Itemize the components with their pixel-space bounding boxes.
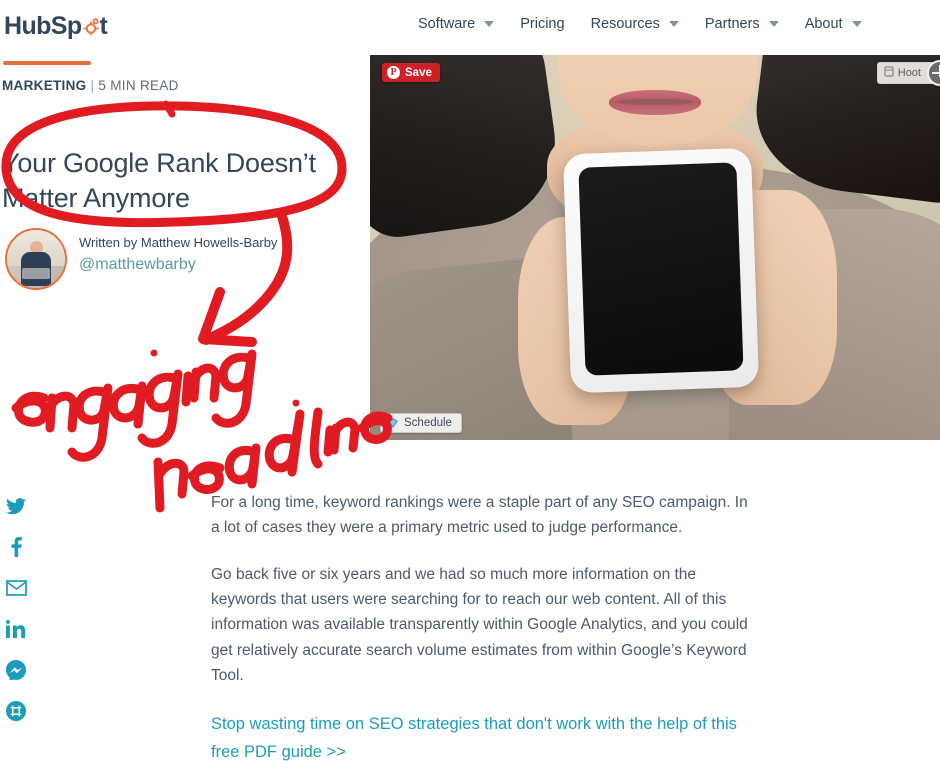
nav-label: Resources — [590, 16, 660, 32]
article-category[interactable]: MARKETING — [2, 78, 86, 93]
hero-image: P Save Schedule Hoot — [370, 55, 940, 440]
nav-item-software[interactable]: Software — [418, 16, 495, 32]
chevron-down-icon — [668, 21, 679, 27]
paragraph: Go back five or six years and we had so … — [211, 566, 748, 684]
cta-link[interactable]: Stop wasting time on SEO strategies that… — [211, 710, 751, 767]
chevron-down-icon — [768, 21, 779, 27]
author-name: Written by Matthew Howells-Barby — [79, 235, 278, 250]
pinterest-icon: P — [387, 66, 400, 79]
social-share-rail — [0, 495, 32, 722]
author-handle[interactable]: @matthewbarby — [79, 253, 277, 277]
article-body: For a long time, keyword rankings were a… — [211, 490, 751, 767]
linkedin-icon[interactable] — [5, 618, 27, 640]
hootsuite-owl-icon — [387, 417, 399, 429]
main-navigation: Software Pricing Resources Partners Abou… — [418, 16, 862, 32]
meta-separator: | — [90, 78, 95, 93]
site-header: HubSp t Software Pricing Resources Partne… — [0, 0, 940, 52]
slack-icon[interactable] — [5, 700, 27, 722]
nav-label: Partners — [704, 16, 760, 32]
avatar-laptop — [22, 268, 50, 280]
logo-text-first: HubSp — [4, 12, 82, 40]
read-time: 5 MIN READ — [98, 78, 179, 93]
pinterest-save-button[interactable]: P Save — [382, 63, 440, 82]
logo-text-last: t — [99, 12, 108, 40]
hootsuite-expand-icon[interactable] — [927, 60, 940, 86]
page-title: Your Google Rank Doesn’t Matter Anymore — [2, 148, 316, 213]
hootsuite-icon — [884, 66, 894, 80]
twitter-icon[interactable] — [5, 495, 27, 517]
chevron-down-icon — [851, 21, 862, 27]
nav-label: About — [804, 16, 843, 32]
hero-smartphone — [562, 148, 759, 394]
hero-phone-screen — [578, 162, 744, 376]
nav-item-partners[interactable]: Partners — [705, 16, 779, 32]
nav-item-about[interactable]: About — [805, 16, 862, 32]
hubspot-logo[interactable]: HubSp t — [4, 12, 108, 40]
schedule-button[interactable]: Schedule — [380, 413, 462, 433]
page-root: HubSp t Software Pricing Resources Partne… — [0, 0, 940, 768]
orange-divider — [3, 61, 91, 65]
hootsuite-badge[interactable]: Hoot — [876, 60, 940, 86]
hootsuite-label: Hoot — [897, 67, 921, 79]
facebook-icon[interactable] — [5, 536, 27, 558]
pinterest-save-label: Save — [405, 66, 432, 79]
article-meta: MARKETING | 5 MIN READ — [2, 78, 179, 93]
byline-text: Written by Matthew Howells-Barby @matthe… — [79, 228, 277, 277]
annotation-circle-nick — [162, 100, 176, 118]
email-icon[interactable] — [5, 577, 27, 599]
nav-item-resources[interactable]: Resources — [591, 16, 679, 32]
paragraph: For a long time, keyword rankings were a… — [211, 494, 748, 537]
sprocket-icon — [82, 16, 100, 36]
hero-lip-line — [617, 98, 693, 105]
chevron-down-icon — [484, 21, 495, 27]
schedule-label: Schedule — [404, 417, 452, 429]
nav-label: Software — [418, 16, 476, 32]
handwritten-annotation — [11, 349, 393, 513]
nav-item-pricing[interactable]: Pricing — [520, 16, 564, 32]
messenger-icon[interactable] — [5, 659, 27, 681]
annotation-arrow-head — [198, 287, 257, 347]
nav-label: Pricing — [520, 16, 565, 32]
byline: Written by Matthew Howells-Barby @matthe… — [5, 228, 277, 290]
avatar[interactable] — [5, 228, 67, 290]
